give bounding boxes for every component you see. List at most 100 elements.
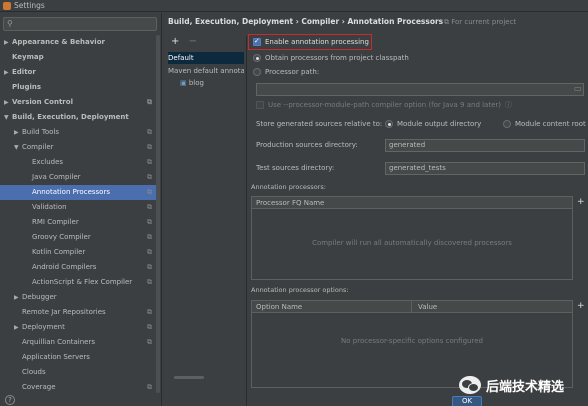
module-output-radio[interactable] xyxy=(385,120,393,128)
tree-item-label: ActionScript & Flex Compiler xyxy=(32,278,133,286)
proc-options-empty-text: No processor-specific options configured xyxy=(341,337,483,345)
tree-item-label: Groovy Compiler xyxy=(32,233,91,241)
project-scope-icon: ⧉ xyxy=(147,203,152,211)
project-scope-icon: ⧉ xyxy=(147,143,152,151)
window-title: Settings xyxy=(14,1,45,10)
test-dir-field[interactable]: generated_tests xyxy=(385,162,585,175)
tree-scrollbar[interactable] xyxy=(156,35,160,393)
project-scope-icon: ⧉ xyxy=(147,98,152,106)
watermark-text: 后端技术精选 xyxy=(486,380,565,395)
chevron-right-icon[interactable]: ▶ xyxy=(14,290,22,305)
module-content-row[interactable]: Module content root xyxy=(503,120,586,128)
settings-search-input[interactable]: ⚲ xyxy=(3,17,157,31)
obtain-classpath-row[interactable]: Obtain processors from project classpath xyxy=(253,54,409,62)
pane-divider xyxy=(161,13,162,406)
tree-item[interactable]: Coverage ⧉ xyxy=(0,380,158,395)
tree-item-label: Version Control xyxy=(12,98,73,106)
search-icon: ⚲ xyxy=(7,19,13,28)
project-scope-icon: ⧉ xyxy=(147,308,152,316)
profile-maven-default[interactable]: Maven default annotation processors prof… xyxy=(168,65,244,77)
chevron-right-icon[interactable]: ▶ xyxy=(14,320,22,335)
tree-item-label: RMI Compiler xyxy=(32,218,79,226)
tree-item[interactable]: ▼ Build, Execution, Deployment xyxy=(0,110,158,125)
project-scope-icon: ⧉ xyxy=(147,338,152,346)
chevron-down-icon[interactable]: ▼ xyxy=(14,140,22,155)
tree-item[interactable]: Android Compilers ⧉ xyxy=(0,260,158,275)
tree-item[interactable]: Validation ⧉ xyxy=(0,200,158,215)
project-scope-icon: ⧉ xyxy=(147,323,152,331)
breadcrumb: Build, Execution, Deployment › Compiler … xyxy=(168,17,444,26)
tree-item-label: Clouds xyxy=(22,368,46,376)
module-path-row[interactable]: Use --processor-module-path compiler opt… xyxy=(256,100,512,110)
project-scope-icon: ⧉ xyxy=(147,248,152,256)
tree-item[interactable]: ▶ Appearance & Behavior xyxy=(0,35,158,50)
col-option-name: Option Name xyxy=(252,301,412,312)
tree-item[interactable]: ActionScript & Flex Compiler ⧉ xyxy=(0,275,158,290)
add-profile-button[interactable]: + xyxy=(171,36,179,47)
tree-item-label: Remote Jar Repositories xyxy=(22,308,106,316)
col-value: Value xyxy=(418,303,438,311)
tree-item[interactable]: Kotlin Compiler ⧉ xyxy=(0,245,158,260)
chevron-right-icon[interactable]: ▶ xyxy=(4,95,12,110)
tree-item[interactable]: Groovy Compiler ⧉ xyxy=(0,230,158,245)
enable-processing-checkbox[interactable] xyxy=(253,38,261,46)
add-option-button[interactable]: + xyxy=(577,301,585,311)
app-icon xyxy=(3,2,11,10)
processors-empty-text: Compiler will run all automatically disc… xyxy=(312,239,512,247)
processor-path-field[interactable] xyxy=(256,83,584,96)
tree-item[interactable]: RMI Compiler ⧉ xyxy=(0,215,158,230)
module-path-checkbox[interactable] xyxy=(256,101,264,109)
add-processor-button[interactable]: + xyxy=(577,197,585,207)
processor-path-row[interactable]: Processor path: xyxy=(253,68,319,76)
chevron-right-icon[interactable]: ▶ xyxy=(4,65,12,80)
tree-item[interactable]: Plugins xyxy=(0,80,158,95)
tree-item[interactable]: Excludes ⧉ xyxy=(0,155,158,170)
help-button[interactable]: ? xyxy=(5,395,15,405)
module-output-row[interactable]: Module output directory xyxy=(385,120,481,128)
tree-item[interactable]: ▶ Build Tools ⧉ xyxy=(0,125,158,140)
folder-icon: ▣ xyxy=(180,79,189,87)
processors-table: Processor FQ Name Compiler will run all … xyxy=(251,196,573,280)
tree-item[interactable]: ▼ Compiler ⧉ xyxy=(0,140,158,155)
profile-module-blog[interactable]: ▣ blog xyxy=(180,77,244,89)
prod-dir-field[interactable]: generated xyxy=(385,139,585,152)
help-icon[interactable]: ⓘ xyxy=(505,100,512,110)
chevron-down-icon[interactable]: ▼ xyxy=(4,110,12,125)
tree-item[interactable]: ▶ Debugger xyxy=(0,290,158,305)
enable-processing-row[interactable]: Enable annotation processing xyxy=(253,38,369,46)
title-bar: Settings xyxy=(0,0,588,12)
chevron-right-icon[interactable]: ▶ xyxy=(14,125,22,140)
tree-item[interactable]: Java Compiler ⧉ xyxy=(0,170,158,185)
processor-path-radio[interactable] xyxy=(253,68,261,76)
ok-button[interactable]: OK xyxy=(452,396,482,406)
project-scope-icon: ⧉ xyxy=(147,158,152,166)
for-current-project: ⧉ For current project xyxy=(444,18,517,26)
settings-tree: ▶ Appearance & Behavior Keymap ▶ Editor Plugi… xyxy=(0,35,158,395)
remove-profile-button[interactable]: − xyxy=(189,36,197,47)
project-scope-icon: ⧉ xyxy=(147,188,152,196)
tree-item[interactable]: Annotation Processors ⧉ xyxy=(0,185,158,200)
tree-item[interactable]: Keymap xyxy=(0,50,158,65)
tree-item-label: Kotlin Compiler xyxy=(32,248,86,256)
module-content-radio[interactable] xyxy=(503,120,511,128)
obtain-classpath-radio[interactable] xyxy=(253,54,261,62)
processors-header: Processor FQ Name xyxy=(252,197,572,209)
profiles-hscrollbar[interactable] xyxy=(174,376,204,379)
tree-item[interactable]: Application Servers xyxy=(0,350,158,365)
module-path-label: Use --processor-module-path compiler opt… xyxy=(268,101,502,109)
project-scope-icon: ⧉ xyxy=(147,218,152,226)
enable-processing-label: Enable annotation processing xyxy=(265,38,369,46)
tree-item[interactable]: Clouds xyxy=(0,365,158,380)
tree-item-label: Editor xyxy=(12,68,36,76)
chevron-right-icon[interactable]: ▶ xyxy=(4,35,12,50)
tree-item-label: Appearance & Behavior xyxy=(12,38,105,46)
browse-folder-icon[interactable]: ▭ xyxy=(574,84,582,93)
profile-default[interactable]: Default xyxy=(168,52,244,64)
profiles-divider xyxy=(246,36,247,406)
tree-item[interactable]: Remote Jar Repositories ⧉ xyxy=(0,305,158,320)
profiles-toolbar: + − xyxy=(171,36,203,47)
tree-item[interactable]: ▶ Version Control ⧉ xyxy=(0,95,158,110)
tree-item[interactable]: ▶ Editor xyxy=(0,65,158,80)
tree-item[interactable]: Arquillian Containers ⧉ xyxy=(0,335,158,350)
tree-item[interactable]: ▶ Deployment ⧉ xyxy=(0,320,158,335)
